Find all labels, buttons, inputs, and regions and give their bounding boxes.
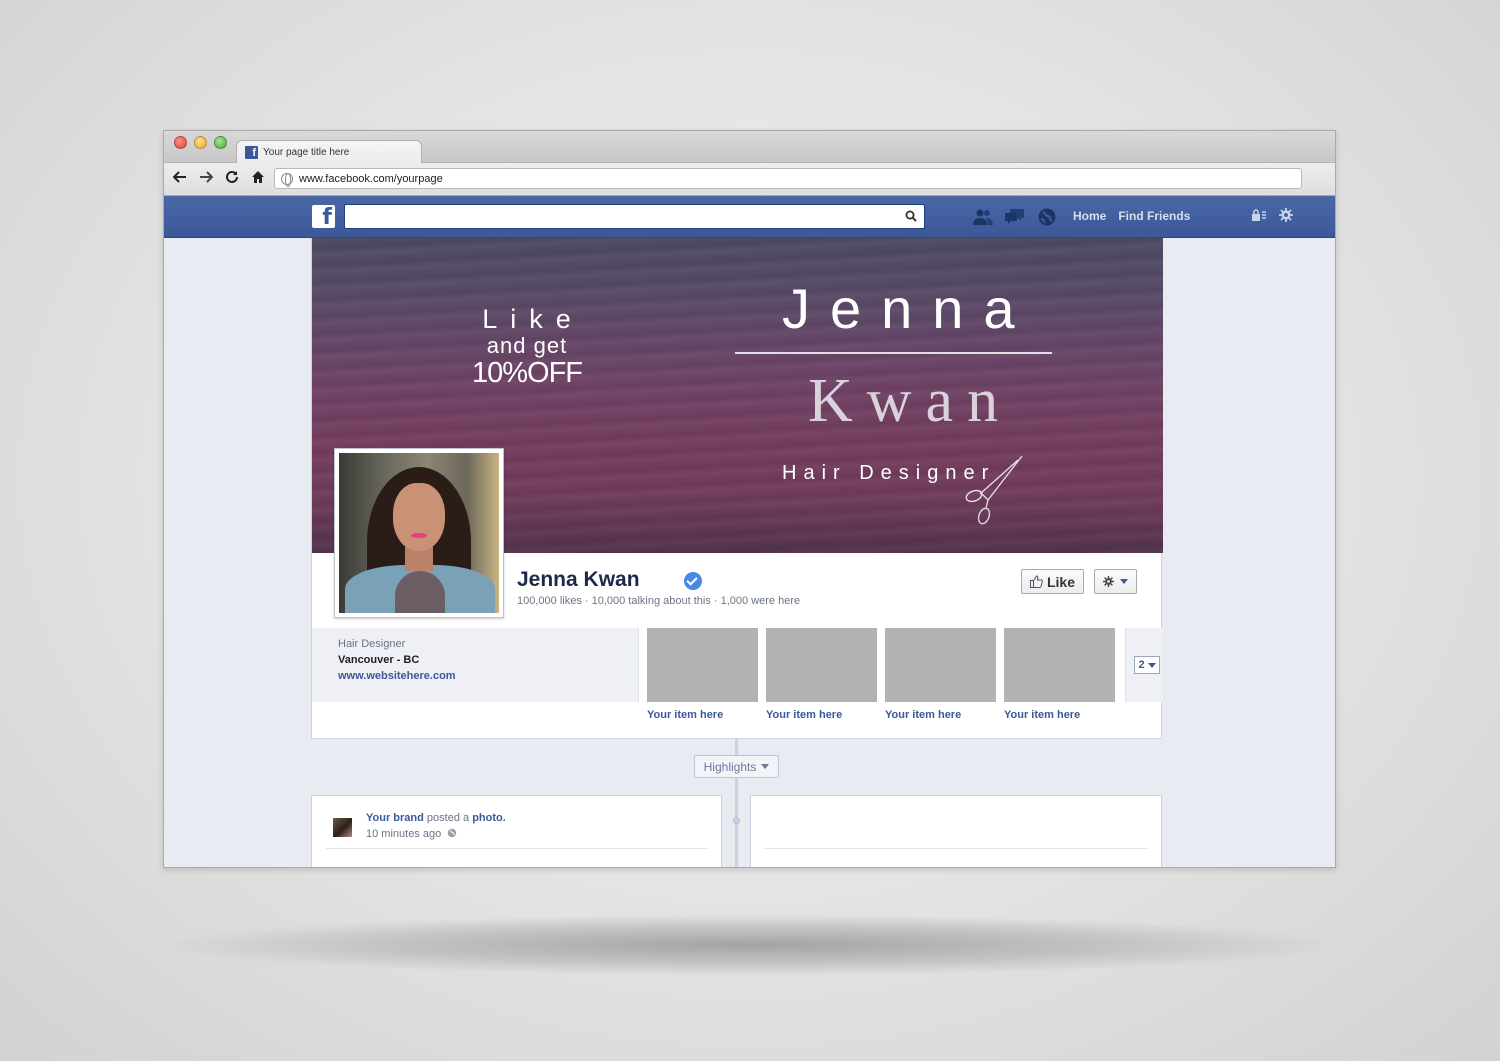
app-thumbnail — [1004, 628, 1115, 702]
cover-promo: Like and get 10%OFF — [452, 304, 602, 390]
site-globe-icon — [281, 172, 293, 187]
floor-shadow — [170, 915, 1330, 975]
timeline-header-card: Like and get 10%OFF Jenna Kwan Hair Desi… — [311, 238, 1163, 739]
minimize-window-button[interactable] — [194, 136, 207, 149]
page-options-button[interactable] — [1094, 569, 1137, 594]
tab-title: Your page title here — [263, 147, 350, 158]
promo-like-text: Like — [482, 304, 584, 334]
public-globe-icon — [448, 828, 457, 838]
address-bar: www.facebook.com/yourpage — [164, 163, 1335, 196]
more-apps-count: 2 — [1138, 659, 1145, 671]
about-box: Hair Designer Vancouver - BC www.website… — [312, 628, 639, 702]
post-header: Your brand posted a photo. 10 minutes ag… — [366, 810, 506, 842]
app-thumbnail — [766, 628, 877, 702]
page-category: Hair Designer — [338, 638, 406, 650]
app-tabs: Your item here Your item here Your item … — [647, 628, 1115, 721]
thumbs-up-icon — [1029, 575, 1043, 588]
promo-discount-text: 10%OFF — [471, 357, 583, 389]
page-title[interactable]: Jenna Kwan — [517, 568, 640, 592]
scissors-icon — [965, 455, 1023, 525]
brand-first-name: Jenna — [782, 277, 1035, 340]
search-icon[interactable] — [905, 210, 917, 222]
back-arrow-icon[interactable] — [167, 170, 193, 189]
page-location: Vancouver - BC — [338, 654, 420, 666]
tab-bar: f Your page title here — [164, 131, 1335, 164]
browser-window: f Your page title here www.facebook.com/… — [163, 130, 1336, 868]
more-apps-button[interactable]: 2 — [1134, 656, 1160, 674]
app-thumbnail — [885, 628, 996, 702]
home-icon[interactable] — [245, 170, 271, 189]
timeline-post-empty — [750, 795, 1162, 867]
promo-and-get-text: and get — [486, 333, 568, 358]
more-apps-area: 2 — [1125, 628, 1163, 702]
post-divider — [326, 848, 707, 849]
browser-tab[interactable]: f Your page title here — [236, 140, 422, 164]
verified-check-icon — [684, 572, 702, 590]
settings-gear-icon[interactable] — [1279, 208, 1293, 227]
app-tab-1[interactable]: Your item here — [647, 628, 758, 721]
timeline-post: Your brand posted a photo. 10 minutes ag… — [311, 795, 722, 867]
app-tab-label: Your item here — [766, 709, 843, 721]
post-author-link[interactable]: Your brand — [366, 812, 424, 824]
highlights-dropdown[interactable]: Highlights — [694, 755, 779, 778]
reload-icon[interactable] — [219, 170, 245, 189]
page-content: Like and get 10%OFF Jenna Kwan Hair Desi… — [164, 238, 1335, 867]
highlights-label: Highlights — [703, 759, 757, 774]
facebook-favicon-icon: f — [245, 146, 258, 159]
friend-requests-icon[interactable] — [972, 207, 994, 227]
website-link[interactable]: www.websitehere.com — [338, 668, 638, 684]
app-tab-4[interactable]: Your item here — [1004, 628, 1115, 721]
facebook-logo[interactable]: f — [312, 205, 335, 230]
chevron-down-icon — [761, 764, 770, 769]
privacy-shortcuts-icon[interactable] — [1251, 208, 1267, 227]
url-field[interactable]: www.facebook.com/yourpage — [274, 168, 1302, 189]
notifications-globe-icon[interactable] — [1036, 207, 1058, 227]
app-tab-3[interactable]: Your item here — [885, 628, 996, 721]
url-text: www.facebook.com/yourpage — [299, 172, 443, 185]
page-stats: 100,000 likes · 10,000 talking about thi… — [517, 595, 801, 607]
timeline-node — [733, 817, 740, 824]
app-tab-label: Your item here — [647, 709, 724, 721]
find-friends-link[interactable]: Find Friends — [1118, 209, 1190, 223]
gear-icon — [1103, 576, 1114, 587]
chevron-down-icon — [1120, 579, 1128, 584]
close-window-button[interactable] — [174, 136, 187, 149]
jewel-icons — [972, 207, 1058, 227]
profile-picture[interactable] — [334, 448, 504, 618]
app-tab-2[interactable]: Your item here — [766, 628, 877, 721]
like-button[interactable]: Like — [1021, 569, 1084, 594]
brand-last-name: Kwan — [808, 367, 1013, 435]
post-timestamp[interactable]: 10 minutes ago — [366, 828, 441, 840]
facebook-header: f Home Find Friends — [164, 196, 1335, 238]
app-thumbnail — [647, 628, 758, 702]
brand-divider — [735, 352, 1052, 354]
home-link[interactable]: Home — [1073, 209, 1106, 223]
avatar[interactable] — [333, 818, 352, 837]
profile-photo-image — [339, 453, 499, 613]
zoom-window-button[interactable] — [214, 136, 227, 149]
post-divider — [765, 848, 1147, 849]
header-right-icons — [1251, 208, 1293, 227]
forward-arrow-icon[interactable] — [193, 170, 219, 189]
header-links: Home Find Friends — [1073, 209, 1190, 223]
post-verb: posted a — [426, 812, 470, 824]
chevron-down-icon — [1147, 662, 1156, 668]
post-object-link[interactable]: photo. — [472, 812, 506, 824]
search-input[interactable] — [344, 204, 925, 229]
app-tab-label: Your item here — [885, 709, 962, 721]
window-controls — [174, 136, 227, 149]
messages-icon[interactable] — [1004, 207, 1026, 227]
like-button-label: Like — [1046, 573, 1075, 590]
app-tab-label: Your item here — [1004, 709, 1081, 721]
